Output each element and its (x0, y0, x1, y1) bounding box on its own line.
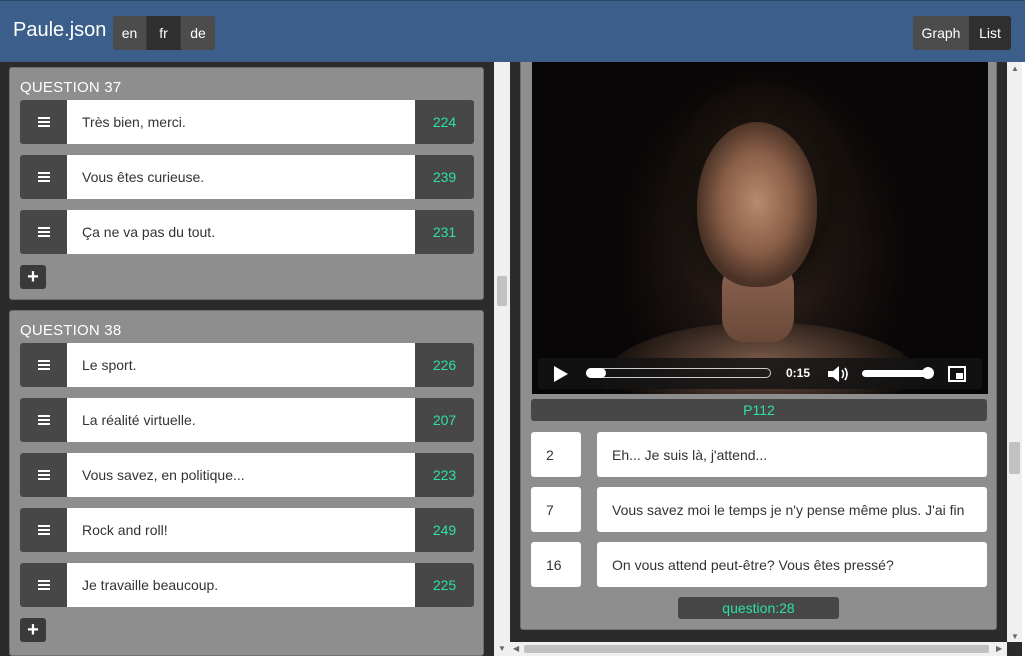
answer-target[interactable]: 223 (415, 453, 474, 497)
scroll-left-icon[interactable]: ◀ (513, 644, 519, 653)
scroll-down-icon[interactable]: ▼ (498, 644, 506, 653)
drag-handle-icon[interactable] (20, 398, 67, 442)
drag-handle-icon[interactable] (20, 343, 67, 387)
answer-target[interactable]: 225 (415, 563, 474, 607)
question-card: QUESTION 38 Le sport. 226 La réalité vir… (9, 310, 484, 656)
language-switcher: en fr de (113, 16, 215, 50)
play-icon[interactable] (554, 366, 568, 382)
seek-bar[interactable] (586, 368, 771, 378)
question-title: QUESTION 38 (20, 322, 122, 339)
link-row: 16 On vous attend peut-être? Vous êtes p… (531, 542, 987, 587)
plus-icon: + (27, 266, 39, 288)
answer-text[interactable]: Vous êtes curieuse. (67, 155, 415, 199)
lang-fr-button[interactable]: fr (147, 16, 181, 50)
drag-handle-icon[interactable] (20, 563, 67, 607)
scroll-up-icon[interactable]: ▲ (1011, 64, 1019, 73)
link-text[interactable]: Eh... Je suis là, j'attend... (597, 432, 987, 477)
volume-knob[interactable] (922, 367, 934, 379)
link-number[interactable]: 2 (531, 432, 581, 477)
video-subject-face (697, 122, 817, 287)
answer-row: La réalité virtuelle. 207 (20, 398, 474, 442)
app-title[interactable]: Paule.json (13, 19, 106, 42)
lang-en-button[interactable]: en (113, 16, 147, 50)
scrollbar-thumb[interactable] (497, 276, 507, 306)
answer-row: Le sport. 226 (20, 343, 474, 387)
answer-row: Vous êtes curieuse. 239 (20, 155, 474, 199)
top-navbar: Paule.json en fr de Graph List (0, 0, 1025, 62)
fullscreen-icon[interactable] (948, 366, 966, 382)
answer-target[interactable]: 239 (415, 155, 474, 199)
drag-handle-icon[interactable] (20, 210, 67, 254)
view-toggle: Graph List (913, 16, 1011, 50)
list-view-button[interactable]: List (969, 16, 1011, 50)
answer-text[interactable]: Très bien, merci. (67, 100, 415, 144)
link-row: 7 Vous savez moi le temps je n'y pense m… (531, 487, 987, 532)
horizontal-scrollbar[interactable]: ◀ ▶ (510, 642, 1007, 656)
right-scrollbar[interactable]: ▲ ▼ (1007, 62, 1022, 642)
answer-target[interactable]: 224 (415, 100, 474, 144)
answer-target[interactable]: 226 (415, 343, 474, 387)
detail-card: 0:15 P112 2 Eh... Je suis là, j'attend..… (520, 62, 997, 630)
answer-row: Ça ne va pas du tout. 231 (20, 210, 474, 254)
answer-target[interactable]: 249 (415, 508, 474, 552)
video-player[interactable]: 0:15 (532, 62, 988, 394)
video-controls: 0:15 (538, 358, 982, 389)
drag-handle-icon[interactable] (20, 508, 67, 552)
question-link-button[interactable]: question:28 (678, 597, 839, 619)
answer-text[interactable]: Ça ne va pas du tout. (67, 210, 415, 254)
add-answer-button[interactable]: + (20, 265, 46, 289)
answer-text[interactable]: Rock and roll! (67, 508, 415, 552)
left-scrollbar[interactable]: ▼ (494, 62, 510, 656)
volume-slider[interactable] (862, 370, 930, 377)
scroll-right-icon[interactable]: ▶ (996, 644, 1002, 653)
seek-knob[interactable] (586, 368, 606, 378)
link-row: 2 Eh... Je suis là, j'attend... (531, 432, 987, 477)
answer-text[interactable]: Vous savez, en politique... (67, 453, 415, 497)
link-text[interactable]: On vous attend peut-être? Vous êtes pres… (597, 542, 987, 587)
volume-icon[interactable] (828, 366, 852, 382)
answer-row: Rock and roll! 249 (20, 508, 474, 552)
drag-handle-icon[interactable] (20, 155, 67, 199)
scrollbar-thumb[interactable] (1009, 442, 1020, 474)
drag-handle-icon[interactable] (20, 453, 67, 497)
scroll-down-icon[interactable]: ▼ (1011, 632, 1019, 641)
detail-pane: 0:15 P112 2 Eh... Je suis là, j'attend..… (510, 62, 1008, 642)
answer-row: Vous savez, en politique... 223 (20, 453, 474, 497)
scrollbar-thumb[interactable] (524, 645, 989, 653)
lang-de-button[interactable]: de (181, 16, 215, 50)
answer-target[interactable]: 207 (415, 398, 474, 442)
graph-view-button[interactable]: Graph (913, 16, 969, 50)
link-number[interactable]: 7 (531, 487, 581, 532)
link-text[interactable]: Vous savez moi le temps je n'y pense mêm… (597, 487, 987, 532)
answer-target[interactable]: 231 (415, 210, 474, 254)
answer-row: Je travaille beaucoup. 225 (20, 563, 474, 607)
plus-icon: + (27, 619, 39, 641)
drag-handle-icon[interactable] (20, 100, 67, 144)
link-number[interactable]: 16 (531, 542, 581, 587)
answer-text[interactable]: Le sport. (67, 343, 415, 387)
timecode: 0:15 (786, 366, 811, 380)
answer-row: Très bien, merci. 224 (20, 100, 474, 144)
questions-pane: QUESTION 37 Très bien, merci. 224 Vous ê… (0, 62, 494, 656)
add-answer-button[interactable]: + (20, 618, 46, 642)
question-title: QUESTION 37 (20, 79, 122, 96)
question-card: QUESTION 37 Très bien, merci. 224 Vous ê… (9, 67, 484, 300)
page-id-label: P112 (531, 399, 987, 421)
answer-text[interactable]: Je travaille beaucoup. (67, 563, 415, 607)
answer-text[interactable]: La réalité virtuelle. (67, 398, 415, 442)
